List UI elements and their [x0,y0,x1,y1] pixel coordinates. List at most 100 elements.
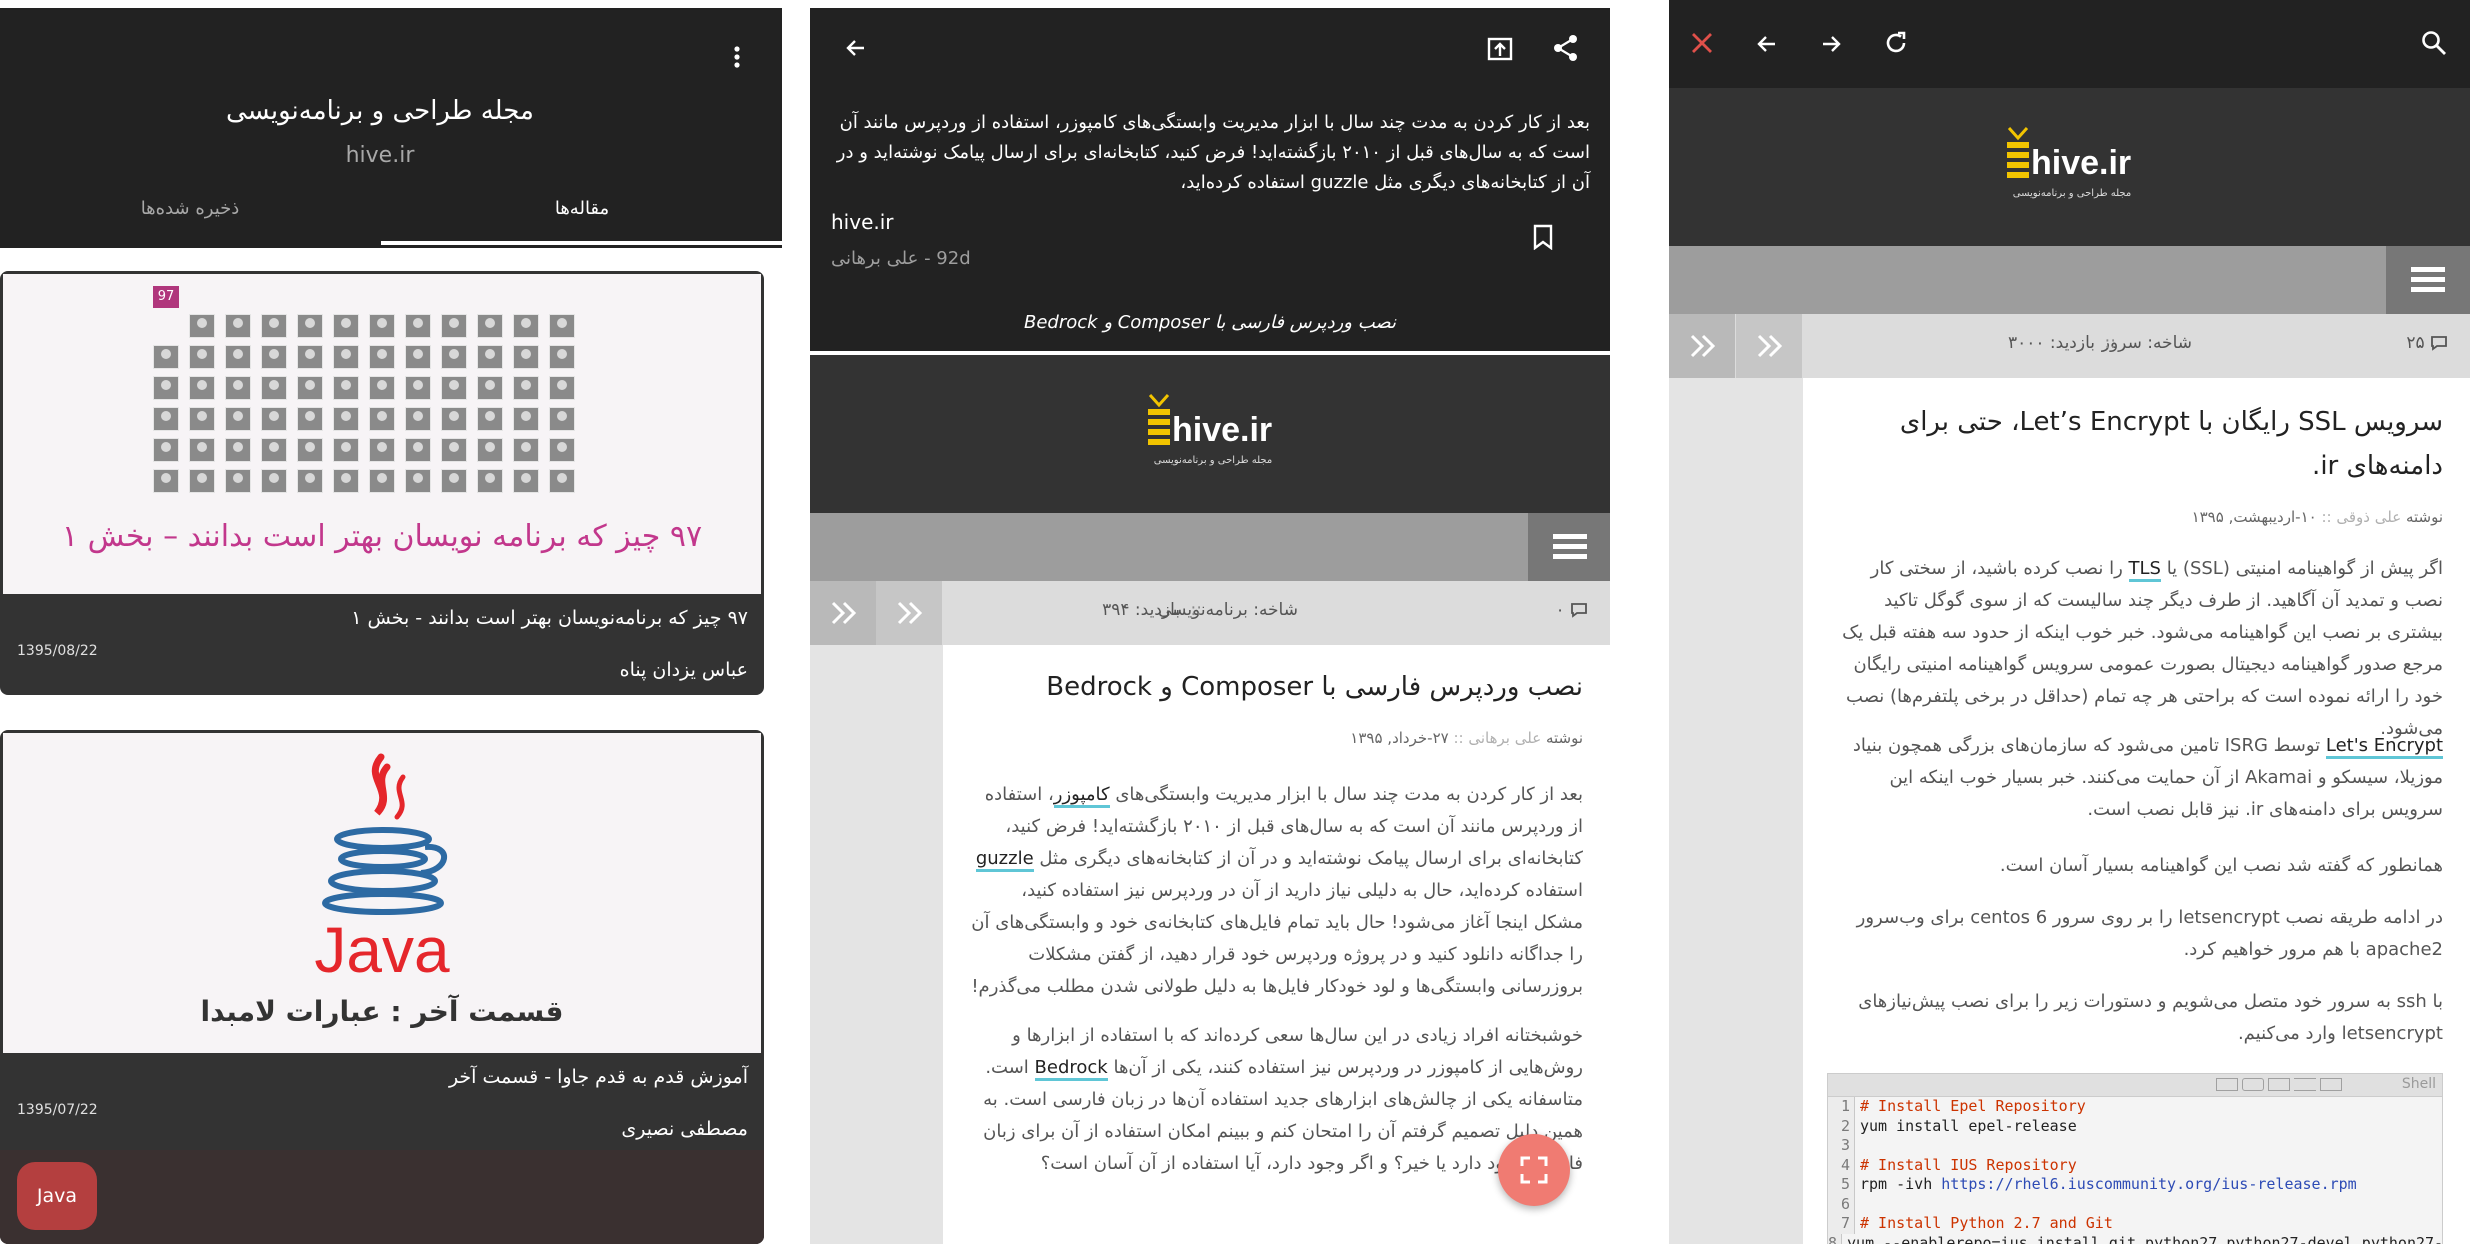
open-in-new-icon[interactable] [1486,36,1514,62]
bookmark-icon[interactable] [1533,224,1553,250]
meta-separator: :: [2316,508,2332,526]
portrait-thumbnail [261,438,287,462]
portrait-thumbnail [297,469,323,493]
arrow-forward-icon[interactable] [1819,32,1843,56]
menu-button[interactable] [1528,513,1610,581]
article-paragraph: با ssh به سرور خود متصل می‌شویم و دستورا… [1858,991,2443,1044]
portrait-thumbnail [477,314,503,338]
tab-saved[interactable]: ذخیره شده‌ها [0,198,380,219]
line-number: 4 [1828,1155,1855,1175]
portrait-thumbnail [405,438,431,462]
paragraph-text: بعد از کار کردن به مدت چند سال با ابزار … [1115,784,1583,805]
comment-icon [2430,335,2450,351]
article-title: نصب وردپرس فارسی با Composer و Bedrock [1046,672,1583,702]
search-icon[interactable] [2421,30,2447,56]
next-chevrons[interactable] [1736,314,1802,378]
tag-chip[interactable]: Java [17,1162,97,1230]
hive-logo-icon [2003,126,2033,186]
link-guzzle[interactable]: guzzle [975,848,1034,872]
menu-button[interactable] [2386,246,2470,314]
article-title: سرویس SSL رایگان با Let’s Encrypt، حتی ب… [1899,407,2443,481]
portrait-thumbnail [405,469,431,493]
portrait-thumbnail [513,438,539,462]
code-text: # Install Python 2.7 and Git [1860,1214,2113,1232]
comment-icon [1570,602,1590,618]
logo-tagline: مجله طراحی و برنامه‌نویسی [1153,455,1273,466]
code-lines: 1 # Install Epel Repository 2 yum install e… [1828,1097,2442,1244]
article-paragraph: اگر پیش از گواهینامه امنیتی (SSL) یا TLS… [1829,553,2443,745]
portrait-thumbnail [441,345,467,369]
nav-band [1669,246,2470,314]
article-paragraph: بعد از کار کردن به مدت چند سال با ابزار … [969,779,1583,1003]
arrow-back-icon[interactable] [1755,32,1779,56]
prev-chevrons[interactable] [810,581,876,645]
more-vert-icon[interactable] [727,42,747,72]
meta-author[interactable]: علی برهانی [1468,729,1541,747]
portrait-thumbnail [369,345,395,369]
portrait-thumbnail [261,407,287,431]
link-tls[interactable]: TLS [2128,558,2161,582]
portrait-thumbnail [405,314,431,338]
menu-icon [1553,533,1587,561]
article-title[interactable]: ۹۷ چیز که برنامه‌نویسان بهتر است بدانند … [351,607,748,629]
toolbar-wrap-icon[interactable] [2268,1078,2290,1091]
active-tab-indicator [381,241,782,245]
image-caption: ۹۷ چیز که برنامه نویسان بهتر است بدانند … [61,519,703,554]
portrait-thumbnail [441,314,467,338]
article-card[interactable]: Java قسمت آخر : عبارات لامبدا آموزش قدم … [0,730,764,1244]
meta-author[interactable]: علی ذوقی [2336,508,2401,526]
app-header: مجله طراحی و برنامه‌نویسی hive.ir مقاله‌… [0,8,782,248]
code-line: 2 yum install epel-release [1828,1116,2442,1136]
site-logo-band: hive.ir مجله طراحی و برنامه‌نویسی [810,355,1610,513]
view-count: بازدید: ۳۰۰۰ [2007,333,2095,353]
browser-toolbar [1669,0,2470,88]
meta-date: ۲۷-خرداد, ۱۳۹۵ [1350,729,1449,747]
image-badge: 97 [153,286,179,308]
arrow-back-icon[interactable] [844,36,868,60]
code-text: # Install Epel Repository [1860,1097,2086,1115]
portrait-thumbnail [513,314,539,338]
fullscreen-button[interactable] [1498,1134,1570,1206]
article-paragraph: همانطور که گفته شد نصب این گواهینامه بسی… [1999,855,2443,876]
article-body: سرویس SSL رایگان با Let’s Encrypt، حتی ب… [1803,378,2470,1244]
next-chevrons[interactable] [876,581,942,645]
code-line: 1 # Install Epel Repository [1828,1097,2442,1117]
share-icon[interactable] [1552,34,1580,62]
portrait-thumbnail [297,345,323,369]
portrait-thumbnail [369,438,395,462]
tab-articles[interactable]: مقاله‌ها [392,198,772,219]
logo-text: hive.ir [1172,411,1273,449]
magazine-site: hive.ir [345,143,415,168]
link-composer[interactable]: کامپوزر [1053,784,1110,808]
paragraph-text: استفاده کرده‌اید، حال به دلیلی نیاز داری… [971,880,1583,997]
article-author: مصطفی نصیری [621,1118,748,1140]
portrait-thumbnail [189,376,215,400]
link-letsencrypt[interactable]: Let's Encrypt [2325,735,2443,759]
portrait-thumbnail [297,376,323,400]
comment-count: ۰ [1555,600,1590,620]
prev-chevrons[interactable] [1669,314,1735,378]
toolbar-view-icon[interactable] [2216,1078,2238,1091]
portrait-thumbnail [261,469,287,493]
portrait-thumbnail [153,438,179,462]
portrait-thumbnail [477,345,503,369]
toolbar-popup-icon[interactable] [2320,1078,2342,1091]
close-icon[interactable] [1691,32,1713,54]
refresh-icon[interactable] [1883,30,1909,56]
article-title[interactable]: آموزش قدم به قدم جاوا - قسمت آخر [449,1066,748,1088]
portrait-thumbnail [549,469,575,493]
article-meta: نوشته علی برهانی :: ۲۷-خرداد, ۱۳۹۵ [1350,729,1583,747]
portrait-thumbnail [513,376,539,400]
portrait-thumbnail [225,469,251,493]
portrait-thumbnail [225,376,251,400]
portrait-thumbnail [333,407,359,431]
toolbar-code-icon[interactable] [2242,1078,2264,1091]
portrait-thumbnail [297,407,323,431]
link-bedrock[interactable]: Bedrock [1034,1057,1108,1081]
toolbar-expand-icon[interactable] [2294,1078,2316,1091]
portrait-thumbnail [549,407,575,431]
article-card[interactable]: 97 ۹۷ چیز که برنامه نویسان بهتر است بدان… [0,271,764,695]
logo-tagline: مجله طراحی و برنامه‌نویسی [2012,188,2132,199]
paragraph-text: را نصب کرده باشید، از سختی کار نصب و تمد… [1842,558,2443,739]
